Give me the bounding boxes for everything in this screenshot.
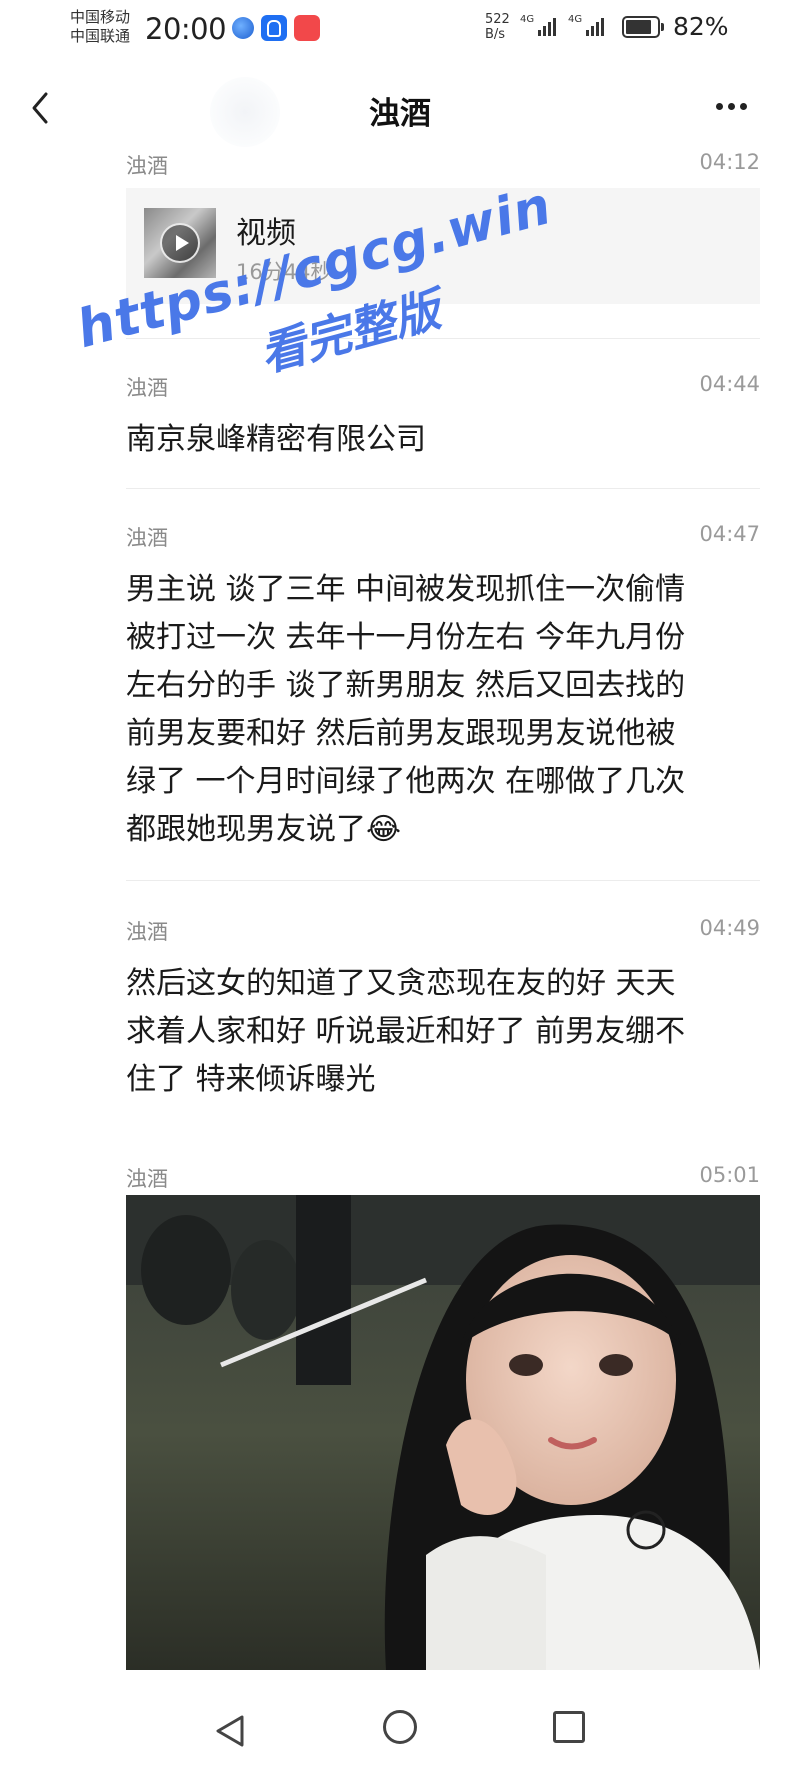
- video-duration: 16分44秒: [236, 260, 332, 284]
- battery-icon: [622, 16, 664, 38]
- message-sender: 浊酒: [126, 920, 168, 944]
- message-line: 求着人家和好 听说最近和好了 前男友绷不: [126, 1014, 686, 1049]
- message-line: 被打过一次 去年十一月份左右 今年九月份: [126, 620, 686, 655]
- play-icon: [160, 223, 200, 263]
- triangle-back-icon[interactable]: [212, 1713, 248, 1749]
- divider: [126, 488, 760, 489]
- message-sender: 浊酒: [126, 376, 168, 400]
- chat-header: 浊酒: [0, 60, 800, 155]
- list-item: 浊酒 04:47 男主说 谈了三年 中间被发现抓住一次偷情 被打过一次 去年十一…: [126, 522, 760, 854]
- battery-level: [626, 20, 651, 34]
- message-sender: 浊酒: [126, 526, 168, 550]
- message-time: 04:47: [699, 522, 760, 546]
- square-recent-icon[interactable]: [553, 1711, 585, 1743]
- message-line: 住了 特来倾诉曝光: [126, 1062, 376, 1097]
- list-item: 浊酒 04:44 南京泉峰精密有限公司: [126, 372, 760, 464]
- video-title: 视频: [236, 216, 296, 251]
- carrier-labels: 中国移动 中国联通: [70, 8, 130, 46]
- red-app-icon: [294, 15, 320, 41]
- divider: [126, 338, 760, 339]
- message-line: 前男友要和好 然后前男友跟现男友说他被: [126, 716, 676, 751]
- message-line: 男主说 谈了三年 中间被发现抓住一次偷情: [126, 572, 686, 607]
- signal-2-icon: 4G: [568, 14, 605, 36]
- message-sender: 浊酒: [126, 154, 168, 178]
- list-item: 浊酒 04:49 然后这女的知道了又贪恋现在友的好 天天 求着人家和好 听说最近…: [126, 916, 760, 1104]
- divider: [126, 880, 760, 881]
- notification-icons: [232, 15, 320, 41]
- status-bar: 中国移动 中国联通 20:00 522 B/s 4G 4G 82%: [0, 0, 800, 60]
- message-text: 南京泉峰精密有限公司: [126, 422, 426, 457]
- status-time: 20:00: [145, 12, 227, 46]
- message-time: 04:44: [699, 372, 760, 396]
- video-thumbnail: [144, 208, 216, 278]
- message-text: 男主说 谈了三年 中间被发现抓住一次偷情 被打过一次 去年十一月份左右 今年九月…: [126, 566, 760, 854]
- network-speed-unit: B/s: [485, 27, 506, 42]
- message-header: 浊酒 04:12: [126, 150, 760, 180]
- message-line: 然后这女的知道了又贪恋现在友的好 天天: [126, 966, 676, 1001]
- carrier-1: 中国移动: [70, 8, 131, 26]
- page-title: 浊酒: [369, 96, 431, 132]
- message-line: 绿了 一个月时间绿了他两次 在哪做了几次: [126, 764, 686, 799]
- signal-2-label: 4G: [568, 14, 583, 25]
- message-line: 都跟她现男友说了😂: [126, 812, 402, 847]
- network-speed: 522 B/s: [485, 12, 510, 42]
- battery-percent: 82%: [673, 12, 729, 41]
- bulb-app-icon: [261, 15, 287, 41]
- network-speed-value: 522: [485, 12, 510, 27]
- signal-1-label: 4G: [520, 14, 535, 25]
- selfie-photo: [126, 1195, 760, 1670]
- video-message[interactable]: 视频 16分44秒: [126, 188, 760, 304]
- signal-1-icon: 4G: [520, 14, 557, 36]
- message-time: 04:12: [699, 150, 760, 174]
- message-sender: 浊酒: [126, 1167, 168, 1191]
- circle-home-icon[interactable]: [383, 1710, 417, 1744]
- system-navigation-bar: [0, 1680, 800, 1778]
- more-dots-icon[interactable]: [716, 103, 747, 110]
- list-item: 浊酒 05:01: [126, 1163, 760, 1193]
- message-text: 然后这女的知道了又贪恋现在友的好 天天 求着人家和好 听说最近和好了 前男友绷不…: [126, 960, 760, 1104]
- carrier-2: 中国联通: [70, 27, 131, 45]
- message-line: 左右分的手 谈了新男朋友 然后又回去找的: [126, 668, 686, 703]
- message-time: 05:01: [699, 1163, 760, 1187]
- globe-app-icon: [232, 17, 254, 39]
- message-time: 04:49: [699, 916, 760, 940]
- image-message[interactable]: [126, 1195, 760, 1670]
